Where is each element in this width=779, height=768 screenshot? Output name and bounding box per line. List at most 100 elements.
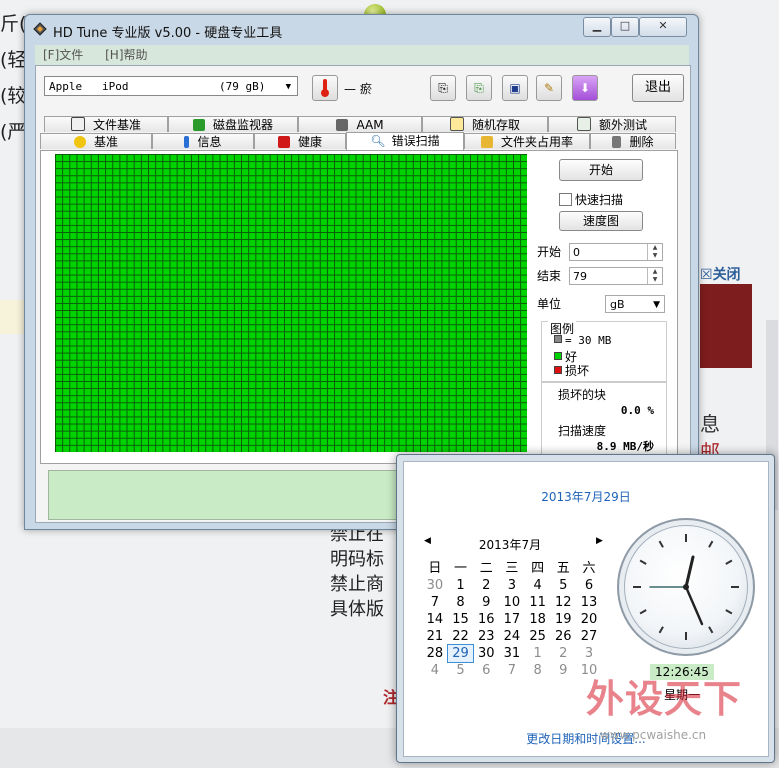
quick-scan-checkbox[interactable]: [559, 193, 572, 206]
calendar-day[interactable]: 3: [576, 645, 602, 662]
calendar-day[interactable]: 25: [525, 628, 551, 645]
block-map: [55, 154, 527, 452]
hdtune-window: HD Tune 专业版 v5.00 - 硬盘专业工具 ▁ □ ✕ [F]文件 […: [24, 14, 699, 530]
tab-disk-monitor[interactable]: 磁盘监视器: [168, 116, 298, 132]
magnifier-icon: 🔍︎: [370, 134, 386, 148]
background-close-link[interactable]: ☒关闭: [700, 264, 741, 284]
end-input[interactable]: 79 ▲ ▼: [569, 267, 663, 285]
info-icon: [184, 136, 190, 148]
tab-folder-usage[interactable]: 文件夹占用率: [464, 133, 590, 149]
drive-select[interactable]: Apple iPod (79 gB) ▼: [44, 76, 298, 96]
legend: 图例 = 30 MB 好 损坏: [541, 320, 667, 383]
toolbar: Apple iPod (79 gB) ▼ — 瘀 ⎘ ⎘ ▣ ✎ ⬇ 退出: [36, 66, 690, 110]
tab-random-access[interactable]: 随机存取: [422, 116, 548, 132]
calendar-day[interactable]: 18: [525, 611, 551, 628]
calendar-day[interactable]: 4: [525, 577, 551, 594]
calendar-day[interactable]: 7: [499, 662, 525, 679]
calendar-day[interactable]: 1: [448, 577, 474, 594]
tab-info[interactable]: 信息: [152, 133, 254, 149]
copy-info-button[interactable]: ⎘: [430, 75, 456, 101]
title-bar[interactable]: HD Tune 专业版 v5.00 - 硬盘专业工具 ▁ □ ✕: [25, 15, 698, 45]
copy-screen-icon: ⎘: [474, 81, 484, 95]
current-date-link[interactable]: 2013年7月29日: [404, 488, 768, 505]
spin-updown-icon[interactable]: ▲ ▼: [647, 268, 662, 284]
calendar-day[interactable]: 4: [422, 662, 448, 679]
health-cross-icon: [277, 136, 290, 148]
chevron-down-icon: ▼: [653, 300, 660, 310]
tab-aam[interactable]: AAM: [298, 116, 422, 132]
calendar-day[interactable]: 26: [550, 628, 576, 645]
calendar-day[interactable]: 15: [448, 611, 474, 628]
calendar-day[interactable]: 14: [422, 611, 448, 628]
calendar-day[interactable]: 23: [473, 628, 499, 645]
calendar-day[interactable]: 12: [550, 594, 576, 611]
calendar-day[interactable]: 1: [525, 645, 551, 662]
exit-button[interactable]: 退出: [632, 74, 684, 102]
calendar-day[interactable]: 16: [473, 611, 499, 628]
speed-map-button[interactable]: 速度图: [559, 211, 643, 231]
calendar-day[interactable]: 30: [473, 645, 499, 662]
calendar-day[interactable]: 28: [422, 645, 448, 662]
maximize-button[interactable]: □: [611, 17, 639, 37]
calendar-grid: 日一二三四五六 30 1 2 3 4 5 6 7 8 9 10 11 12 13 14 15 16 17 18 1…: [422, 560, 602, 679]
tab-extra-tests[interactable]: 额外测试: [548, 116, 676, 132]
calendar-day-selected[interactable]: 29: [446, 644, 475, 663]
calendar-day[interactable]: 17: [499, 611, 525, 628]
weekday-label: 五: [556, 561, 570, 576]
calendar-day[interactable]: 5: [448, 662, 474, 679]
background-text: 息: [700, 412, 720, 436]
tab-erase[interactable]: 删除: [590, 133, 676, 149]
close-button[interactable]: ✕: [639, 17, 687, 37]
options-button[interactable]: ✎: [536, 75, 562, 101]
next-month-icon[interactable]: ▶: [596, 536, 603, 546]
spin-updown-icon[interactable]: ▲ ▼: [647, 244, 662, 260]
calendar-day[interactable]: 9: [473, 594, 499, 611]
calendar-day[interactable]: 5: [550, 577, 576, 594]
minimize-button[interactable]: ▁: [583, 17, 611, 37]
calendar-day[interactable]: 21: [422, 628, 448, 645]
prev-month-icon[interactable]: ◀: [424, 536, 431, 546]
save-button[interactable]: ▣: [502, 75, 528, 101]
tab-file-benchmark[interactable]: 文件基准: [44, 116, 168, 132]
tab-benchmark[interactable]: 基准: [40, 133, 152, 149]
calendar-day[interactable]: 2: [473, 577, 499, 594]
legend-block-size: = 30 MB: [554, 334, 611, 347]
calendar-day[interactable]: 24: [499, 628, 525, 645]
chevron-down-icon: ▼: [285, 82, 291, 92]
start-input[interactable]: 0 ▲ ▼: [569, 243, 663, 261]
calendar-day[interactable]: 22: [448, 628, 474, 645]
calendar-day[interactable]: 2: [550, 645, 576, 662]
calendar-day[interactable]: 19: [550, 611, 576, 628]
tab-error-scan[interactable]: 🔍︎ 错误扫描: [346, 132, 464, 150]
calendar-day[interactable]: 10: [499, 594, 525, 611]
calendar-day[interactable]: 31: [499, 645, 525, 662]
calendar-day[interactable]: 11: [525, 594, 551, 611]
calendar-day[interactable]: 9: [550, 662, 576, 679]
tab-health[interactable]: 健康: [254, 133, 346, 149]
calendar-day[interactable]: 8: [525, 662, 551, 679]
calendar-day[interactable]: 8: [448, 594, 474, 611]
calendar-day[interactable]: 20: [576, 611, 602, 628]
menu-bar: [F]文件 [H]帮助: [35, 45, 689, 65]
start-scan-button[interactable]: 开始: [559, 159, 643, 181]
menu-help[interactable]: [H]帮助: [105, 45, 147, 65]
calendar-day[interactable]: 27: [576, 628, 602, 645]
calendar-day[interactable]: 3: [499, 577, 525, 594]
calendar-day[interactable]: 6: [576, 577, 602, 594]
download-icon: ⬇: [579, 81, 591, 95]
download-button[interactable]: ⬇: [572, 75, 598, 101]
calendar-day[interactable]: 6: [473, 662, 499, 679]
menu-file[interactable]: [F]文件: [43, 45, 83, 65]
copy-info-icon: ⎘: [438, 81, 448, 95]
options-icon: ✎: [543, 81, 555, 95]
save-icon: ▣: [509, 81, 521, 95]
change-datetime-link[interactable]: 更改日期和时间设置...: [404, 730, 768, 747]
month-title[interactable]: 2013年7月: [412, 536, 608, 553]
calendar-day[interactable]: 7: [422, 594, 448, 611]
copy-screen-button[interactable]: ⎘: [466, 75, 492, 101]
calendar-day[interactable]: 30: [422, 577, 448, 594]
thermometer-icon[interactable]: [312, 75, 338, 101]
quick-scan-label: 快速扫描: [575, 193, 624, 207]
calendar-day[interactable]: 13: [576, 594, 602, 611]
unit-select[interactable]: gB ▼: [605, 295, 665, 313]
